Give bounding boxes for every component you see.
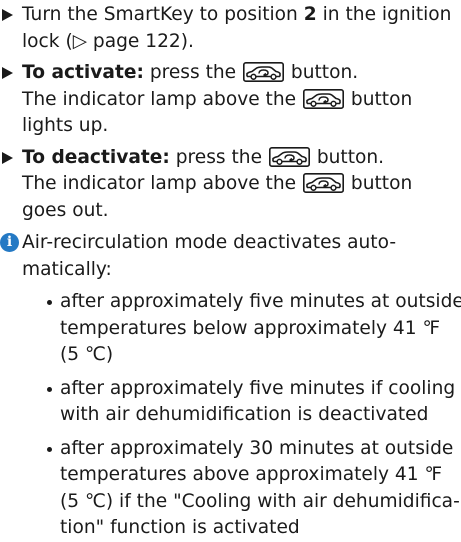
instruction-page: Turn the SmartKey to position 2 in the i… — [0, 2, 461, 542]
bullet-icon — [47, 446, 52, 452]
note-line: matically: — [22, 258, 112, 280]
step-turn-smartkey: Turn the SmartKey to position 2 in the i… — [0, 2, 461, 55]
info-icon: i — [0, 233, 19, 252]
air-recirculation-button-icon — [243, 62, 285, 82]
bullet-icon — [47, 300, 52, 305]
step-line: The indicator lamp above the button — [22, 173, 413, 194]
air-recirculation-button-icon — [268, 146, 310, 167]
step-line: goes out. — [22, 199, 109, 221]
step-label: To deactivate: — [22, 146, 170, 168]
list-item: after approximately 30 minutes at outsid… — [22, 436, 461, 542]
info-note: i Air-recirculation mode deactivates aut… — [0, 230, 461, 542]
air-recirculation-button-icon — [303, 173, 344, 193]
step-arrow-icon — [2, 9, 13, 21]
step-line: lock (▷ page 122). — [22, 30, 194, 52]
ignition-position: 2 — [303, 4, 317, 25]
step-line: To deactivate: press the button. — [22, 146, 385, 168]
step-arrow-icon — [2, 67, 13, 79]
step-line: The indicator lamp above the button — [22, 88, 413, 110]
bullet-icon — [47, 386, 52, 392]
step-line: Turn the SmartKey to position 2 in the i… — [22, 4, 452, 25]
step-deactivate: To deactivate: press the button. The ind… — [0, 145, 461, 225]
step-line: To activate: press the button. — [22, 62, 359, 83]
air-recirculation-button-icon — [303, 88, 344, 109]
list-item: after approximately five minutes at outs… — [22, 289, 461, 369]
step-arrow-icon — [2, 151, 13, 164]
condition-list: after approximately five minutes at outs… — [22, 289, 461, 542]
note-line: Air-recirculation mode deactivates auto- — [22, 232, 397, 253]
step-label: To activate: — [22, 62, 144, 83]
step-line: lights up. — [22, 115, 109, 136]
step-activate: To activate: press the button. The indic… — [0, 60, 461, 140]
list-item: after approximately five minutes if cool… — [22, 376, 461, 429]
